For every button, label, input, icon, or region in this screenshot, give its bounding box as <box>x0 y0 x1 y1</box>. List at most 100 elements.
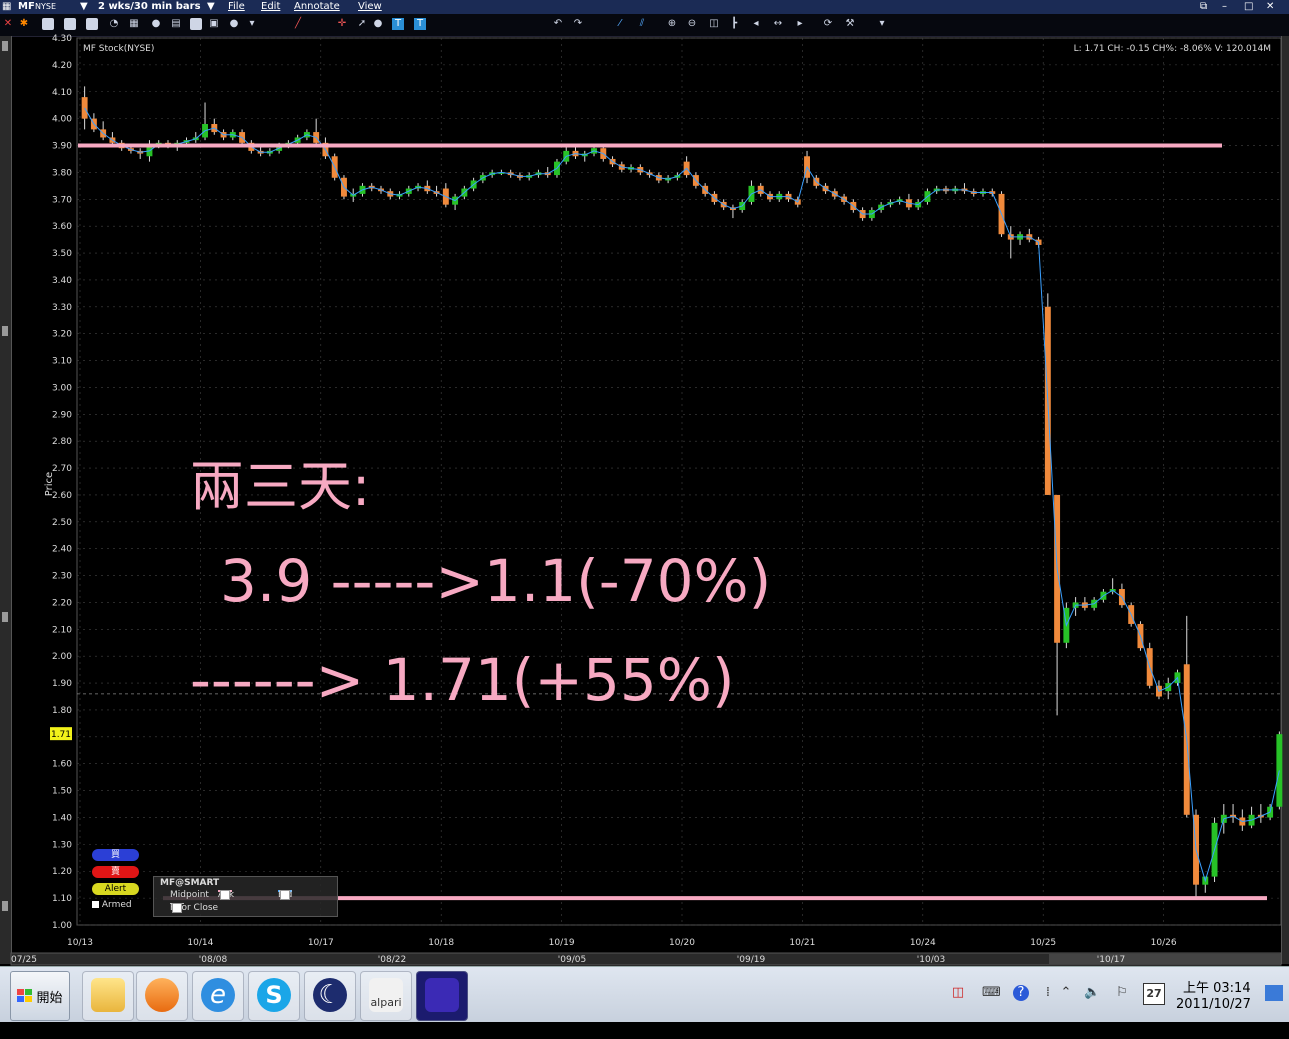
keyboard-icon[interactable]: ⌨ <box>982 985 1001 1001</box>
media-player-icon <box>145 978 179 1012</box>
overview-label: 07/25 <box>11 955 37 965</box>
annotation-text[interactable]: ------> 1.71(+55%) <box>190 646 735 714</box>
y-tick-label: 1.00 <box>52 921 72 931</box>
y-tick-label: 3.20 <box>52 330 72 340</box>
folder-icon <box>91 978 125 1012</box>
overview-label: '08/22 <box>378 955 406 965</box>
x-day-label: 10/25 <box>1030 938 1056 948</box>
x-day-label: 10/14 <box>187 938 213 948</box>
app-icon <box>425 978 459 1012</box>
y-tick-label: 3.50 <box>52 249 72 259</box>
clock-date[interactable]: 2011/10/27 <box>1176 997 1251 1012</box>
prior-close-checkbox[interactable] <box>172 903 182 913</box>
y-tick-label: 4.30 <box>52 34 72 44</box>
sell-button[interactable]: 賣 <box>92 866 139 878</box>
y-tick-label: 2.20 <box>52 598 72 608</box>
candle-body <box>81 97 88 119</box>
show-desktop-icon[interactable] <box>1265 985 1283 1001</box>
bid-checkbox[interactable] <box>280 890 290 900</box>
y-tick-label: 2.50 <box>52 518 72 528</box>
taskbar-alpari[interactable]: alpari <box>360 971 412 1021</box>
y-tick-label: 3.00 <box>52 383 72 393</box>
annotations: 兩三天: 3.9 ----->1.1(-70%) ------> 1.71(+55%… <box>190 455 771 714</box>
skype-icon: S <box>257 978 291 1012</box>
calendar-icon[interactable]: 27 <box>1143 983 1165 1005</box>
tray-arrow-icon[interactable]: ⁞ <box>1040 985 1056 1001</box>
y-tick-label: 3.90 <box>52 142 72 152</box>
y-tick-label: 3.10 <box>52 357 72 367</box>
alpari-label: alpari <box>370 996 402 1009</box>
bottom-strip <box>0 1022 1289 1039</box>
ask-checkbox[interactable] <box>220 890 230 900</box>
y-tick-label: 2.60 <box>52 491 72 501</box>
windows-icon <box>17 989 33 1003</box>
y-tick-label: 1.80 <box>52 706 72 716</box>
x-day-label: 10/19 <box>549 938 575 948</box>
start-label: 開始 <box>36 990 63 1006</box>
flag-icon[interactable]: ⚐ <box>1114 985 1130 1001</box>
stock-label: MF Stock(NYSE) <box>83 44 154 54</box>
taskbar-folder[interactable] <box>82 971 134 1021</box>
y-tick-label: 1.30 <box>52 840 72 850</box>
legend-box: MF@SMART Midpoint Ask Bid Prior Close <box>153 876 338 917</box>
buy-button[interactable]: 買 <box>92 849 139 861</box>
y-tick-label: 1.10 <box>52 894 72 904</box>
armed-check-icon[interactable] <box>92 901 99 908</box>
start-button[interactable]: 開始 <box>10 971 70 1021</box>
x-day-label: 10/13 <box>67 938 93 948</box>
y-tick-label: 2.90 <box>52 410 72 420</box>
overview-window[interactable] <box>1049 954 1281 964</box>
taskbar-media-player[interactable] <box>136 971 188 1021</box>
status-line: L: 1.71 CH: -0.15 CH%: -8.06% V: 120.014… <box>1074 44 1271 54</box>
y-tick-label: 3.30 <box>52 303 72 313</box>
tray-notify-icon[interactable]: ◫ <box>950 985 966 1001</box>
y-tick-label: 4.20 <box>52 61 72 71</box>
current-price-text: 1.71 <box>51 730 71 740</box>
y-tick-label: 4.00 <box>52 115 72 125</box>
overview-label: '08/08 <box>199 955 228 965</box>
y-tick-label: 1.90 <box>52 679 72 689</box>
taskbar: 開始 e S ☾ alpari ◫ ⌨ ? ⁞ ⌃ 🔈 ⚐ 27 上午 03:1… <box>0 966 1289 1023</box>
clock-time[interactable]: 上午 03:14 <box>1183 977 1251 996</box>
y-tick-label: 3.60 <box>52 222 72 232</box>
taskbar-crescent[interactable]: ☾ <box>304 971 356 1021</box>
legend-source: MF@SMART <box>160 878 220 888</box>
show-hidden-icon[interactable]: ⌃ <box>1058 985 1074 1001</box>
y-tick-label: 3.70 <box>52 195 72 205</box>
volume-icon[interactable]: 🔈 <box>1084 985 1100 1001</box>
overview-label: '09/05 <box>558 955 586 965</box>
x-day-label: 10/26 <box>1151 938 1177 948</box>
y-tick-label: 2.30 <box>52 572 72 582</box>
overview-label: '10/03 <box>917 955 945 965</box>
annotation-text[interactable]: 3.9 ----->1.1(-70%) <box>220 547 771 615</box>
price-chart[interactable]: 4.30 4.20 4.10 4.00 3.90 3.80 3.70 3.60 3.50 3.40… <box>0 0 1289 966</box>
annotation-text[interactable]: 兩三天: <box>190 455 370 518</box>
y-axis-label: Price <box>44 472 55 496</box>
x-day-label: 10/21 <box>789 938 815 948</box>
taskbar-ie[interactable]: e <box>192 971 244 1021</box>
y-tick-label: 1.60 <box>52 760 72 770</box>
y-tick-label: 2.70 <box>52 464 72 474</box>
help-icon[interactable]: ? <box>1013 985 1029 1001</box>
y-tick-label: 1.40 <box>52 813 72 823</box>
legend-midpoint: Midpoint <box>170 890 209 900</box>
x-axis: 10/13 10/14 10/17 10/18 10/19 10/20 10/21 10/24… <box>10 938 1282 966</box>
overview-label: '09/19 <box>737 955 766 965</box>
y-tick-label: 2.40 <box>52 545 72 555</box>
y-tick-label: 1.20 <box>52 867 72 877</box>
y-tick-label: 2.80 <box>52 437 72 447</box>
crescent-icon: ☾ <box>313 978 347 1012</box>
taskbar-skype[interactable]: S <box>248 971 300 1021</box>
taskbar-app[interactable] <box>416 971 468 1021</box>
x-day-label: 10/24 <box>910 938 936 948</box>
armed-label: Armed <box>101 900 132 910</box>
armed-checkbox[interactable]: Armed <box>92 900 132 910</box>
y-tick-label: 3.80 <box>52 168 72 178</box>
candle-body <box>1276 734 1283 807</box>
x-day-label: 10/17 <box>308 938 334 948</box>
x-day-label: 10/20 <box>669 938 695 948</box>
x-day-label: 10/18 <box>428 938 454 948</box>
y-tick-label: 1.50 <box>52 787 72 797</box>
alert-button[interactable]: Alert <box>92 883 139 895</box>
overview-label: '10/17 <box>1097 955 1125 965</box>
